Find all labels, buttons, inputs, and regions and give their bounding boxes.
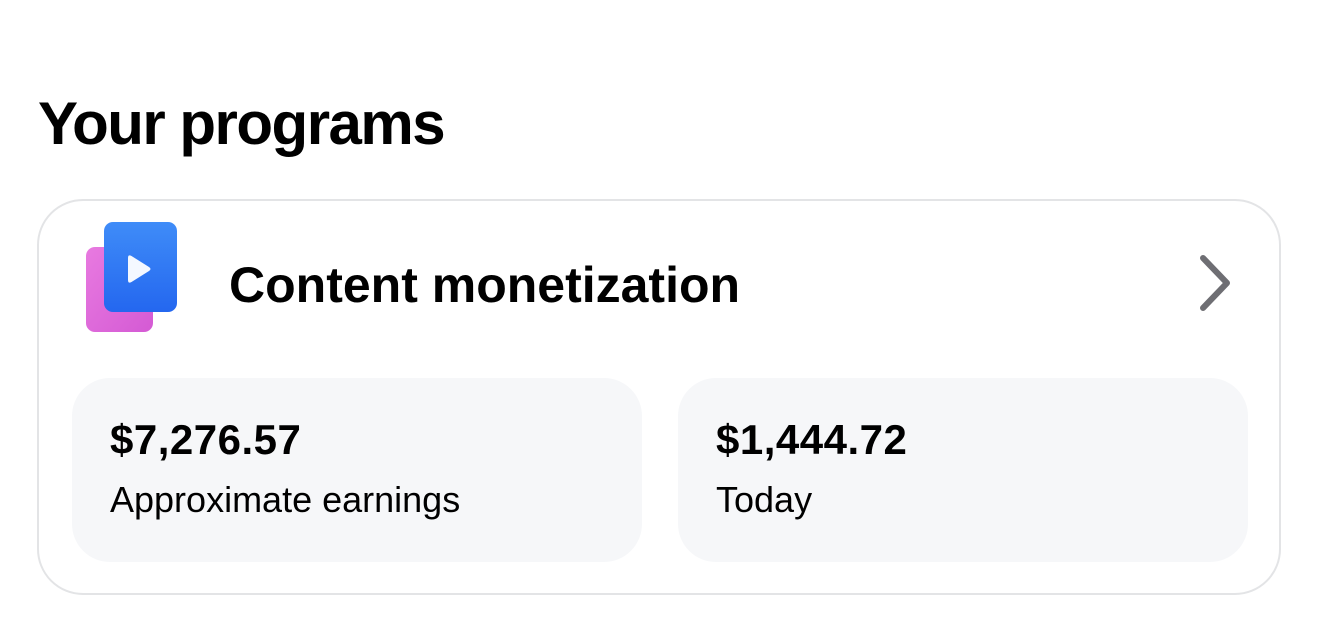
stat-value: $7,276.57 — [110, 416, 302, 463]
stat-label: Approximate earnings — [110, 479, 461, 520]
stat-tile-approximate-earnings[interactable]: $7,276.57 Approximate earnings — [72, 378, 642, 562]
stat-label: Today — [716, 479, 813, 520]
stat-tile-today[interactable]: $1,444.72 Today — [678, 378, 1248, 562]
page-title: Your programs — [38, 90, 446, 157]
stat-value: $1,444.72 — [716, 416, 908, 463]
program-title: Content monetization — [229, 257, 741, 313]
chevron-right-icon[interactable] — [1197, 253, 1233, 313]
video-play-icon — [86, 222, 177, 332]
program-header[interactable]: Content monetization — [39, 201, 1279, 371]
program-card-content-monetization[interactable]: Content monetization $7,276.57 Approxima… — [37, 199, 1281, 595]
